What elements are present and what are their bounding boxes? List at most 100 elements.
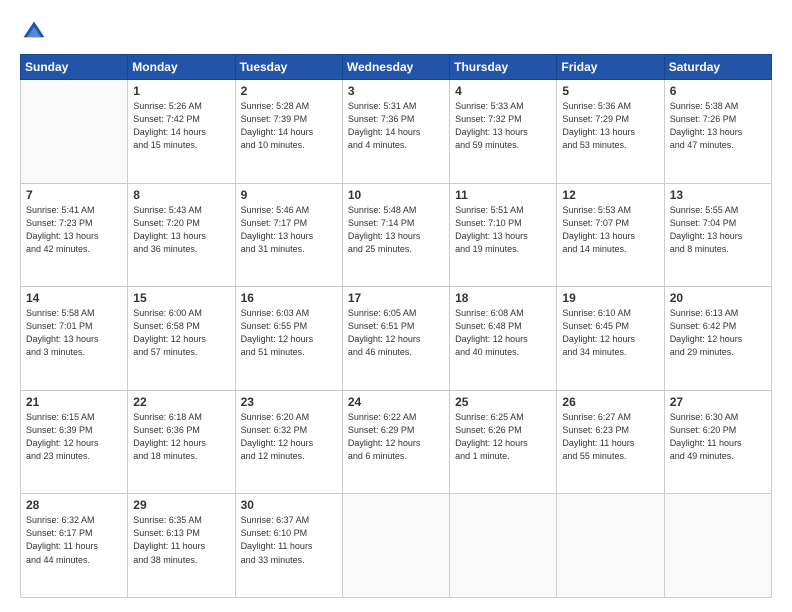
day-number: 3 (348, 84, 444, 98)
day-number: 21 (26, 395, 122, 409)
calendar-cell: 6 Sunrise: 5:38 AM Sunset: 7:26 PM Daylig… (664, 80, 771, 184)
day-info: Sunrise: 6:15 AM Sunset: 6:39 PM Dayligh… (26, 411, 122, 463)
day-number: 30 (241, 498, 337, 512)
calendar-cell: 15 Sunrise: 6:00 AM Sunset: 6:58 PM Dayli… (128, 287, 235, 391)
day-info: Sunrise: 5:38 AM Sunset: 7:26 PM Dayligh… (670, 100, 766, 152)
weekday-header: Saturday (664, 55, 771, 80)
day-number: 15 (133, 291, 229, 305)
day-number: 11 (455, 188, 551, 202)
calendar-cell: 23 Sunrise: 6:20 AM Sunset: 6:32 PM Dayli… (235, 390, 342, 494)
day-number: 2 (241, 84, 337, 98)
calendar-header-row: SundayMondayTuesdayWednesdayThursdayFrid… (21, 55, 772, 80)
day-number: 18 (455, 291, 551, 305)
day-number: 7 (26, 188, 122, 202)
logo-icon (20, 18, 48, 46)
day-number: 4 (455, 84, 551, 98)
calendar-cell: 19 Sunrise: 6:10 AM Sunset: 6:45 PM Dayli… (557, 287, 664, 391)
calendar-cell: 25 Sunrise: 6:25 AM Sunset: 6:26 PM Dayli… (450, 390, 557, 494)
day-info: Sunrise: 6:05 AM Sunset: 6:51 PM Dayligh… (348, 307, 444, 359)
day-number: 10 (348, 188, 444, 202)
day-info: Sunrise: 5:58 AM Sunset: 7:01 PM Dayligh… (26, 307, 122, 359)
calendar-cell: 30 Sunrise: 6:37 AM Sunset: 6:10 PM Dayli… (235, 494, 342, 598)
day-info: Sunrise: 6:18 AM Sunset: 6:36 PM Dayligh… (133, 411, 229, 463)
day-info: Sunrise: 5:33 AM Sunset: 7:32 PM Dayligh… (455, 100, 551, 152)
calendar-cell: 13 Sunrise: 5:55 AM Sunset: 7:04 PM Dayli… (664, 183, 771, 287)
calendar-cell: 5 Sunrise: 5:36 AM Sunset: 7:29 PM Daylig… (557, 80, 664, 184)
calendar-cell: 16Sunrise: 6:03 AM Sunset: 6:55 PM Dayli… (235, 287, 342, 391)
day-info: Sunrise: 5:26 AM Sunset: 7:42 PM Dayligh… (133, 100, 229, 152)
calendar-cell: 7 Sunrise: 5:41 AM Sunset: 7:23 PM Daylig… (21, 183, 128, 287)
day-number: 23 (241, 395, 337, 409)
day-info: Sunrise: 6:00 AM Sunset: 6:58 PM Dayligh… (133, 307, 229, 359)
day-number: 1 (133, 84, 229, 98)
weekday-header: Monday (128, 55, 235, 80)
day-number: 6 (670, 84, 766, 98)
day-number: 13 (670, 188, 766, 202)
calendar-cell (557, 494, 664, 598)
day-number: 12 (562, 188, 658, 202)
day-number: 29 (133, 498, 229, 512)
calendar-cell: 29 Sunrise: 6:35 AM Sunset: 6:13 PM Dayli… (128, 494, 235, 598)
day-number: 20 (670, 291, 766, 305)
calendar-cell: 18 Sunrise: 6:08 AM Sunset: 6:48 PM Dayli… (450, 287, 557, 391)
day-info: Sunrise: 5:53 AM Sunset: 7:07 PM Dayligh… (562, 204, 658, 256)
day-number: 24 (348, 395, 444, 409)
day-info: Sunrise: 5:28 AM Sunset: 7:39 PM Dayligh… (241, 100, 337, 152)
day-number: 14 (26, 291, 122, 305)
day-info: Sunrise: 6:10 AM Sunset: 6:45 PM Dayligh… (562, 307, 658, 359)
weekday-header: Tuesday (235, 55, 342, 80)
day-info: Sunrise: 6:03 AM Sunset: 6:55 PM Dayligh… (241, 307, 337, 359)
day-info: Sunrise: 6:32 AM Sunset: 6:17 PM Dayligh… (26, 514, 122, 566)
day-info: Sunrise: 5:51 AM Sunset: 7:10 PM Dayligh… (455, 204, 551, 256)
day-number: 27 (670, 395, 766, 409)
day-number: 9 (241, 188, 337, 202)
calendar-week-row: 28Sunrise: 6:32 AM Sunset: 6:17 PM Dayli… (21, 494, 772, 598)
day-info: Sunrise: 5:36 AM Sunset: 7:29 PM Dayligh… (562, 100, 658, 152)
weekday-header: Thursday (450, 55, 557, 80)
day-number: 26 (562, 395, 658, 409)
calendar-cell (450, 494, 557, 598)
calendar-cell: 2 Sunrise: 5:28 AM Sunset: 7:39 PM Daylig… (235, 80, 342, 184)
calendar-cell: 28Sunrise: 6:32 AM Sunset: 6:17 PM Dayli… (21, 494, 128, 598)
calendar-cell: 8 Sunrise: 5:43 AM Sunset: 7:20 PM Daylig… (128, 183, 235, 287)
calendar-table: SundayMondayTuesdayWednesdayThursdayFrid… (20, 54, 772, 598)
day-info: Sunrise: 6:30 AM Sunset: 6:20 PM Dayligh… (670, 411, 766, 463)
weekday-header: Wednesday (342, 55, 449, 80)
calendar-cell: 1 Sunrise: 5:26 AM Sunset: 7:42 PM Daylig… (128, 80, 235, 184)
header (20, 18, 772, 46)
calendar-cell (342, 494, 449, 598)
day-info: Sunrise: 6:20 AM Sunset: 6:32 PM Dayligh… (241, 411, 337, 463)
calendar-week-row: 7 Sunrise: 5:41 AM Sunset: 7:23 PM Daylig… (21, 183, 772, 287)
day-info: Sunrise: 5:48 AM Sunset: 7:14 PM Dayligh… (348, 204, 444, 256)
calendar-cell: 9 Sunrise: 5:46 AM Sunset: 7:17 PM Daylig… (235, 183, 342, 287)
day-info: Sunrise: 5:46 AM Sunset: 7:17 PM Dayligh… (241, 204, 337, 256)
calendar-cell: 12 Sunrise: 5:53 AM Sunset: 7:07 PM Dayli… (557, 183, 664, 287)
day-info: Sunrise: 5:43 AM Sunset: 7:20 PM Dayligh… (133, 204, 229, 256)
day-number: 8 (133, 188, 229, 202)
calendar-cell: 24 Sunrise: 6:22 AM Sunset: 6:29 PM Dayli… (342, 390, 449, 494)
day-info: Sunrise: 6:13 AM Sunset: 6:42 PM Dayligh… (670, 307, 766, 359)
calendar-week-row: 14 Sunrise: 5:58 AM Sunset: 7:01 PM Dayli… (21, 287, 772, 391)
calendar-cell (21, 80, 128, 184)
day-number: 19 (562, 291, 658, 305)
day-number: 25 (455, 395, 551, 409)
day-number: 5 (562, 84, 658, 98)
logo (20, 18, 52, 46)
calendar-cell: 21 Sunrise: 6:15 AM Sunset: 6:39 PM Dayli… (21, 390, 128, 494)
day-info: Sunrise: 6:35 AM Sunset: 6:13 PM Dayligh… (133, 514, 229, 566)
calendar-cell: 17Sunrise: 6:05 AM Sunset: 6:51 PM Dayli… (342, 287, 449, 391)
day-info: Sunrise: 6:37 AM Sunset: 6:10 PM Dayligh… (241, 514, 337, 566)
calendar-cell: 4 Sunrise: 5:33 AM Sunset: 7:32 PM Daylig… (450, 80, 557, 184)
calendar-cell: 20 Sunrise: 6:13 AM Sunset: 6:42 PM Dayli… (664, 287, 771, 391)
day-info: Sunrise: 5:41 AM Sunset: 7:23 PM Dayligh… (26, 204, 122, 256)
calendar-cell: 3Sunrise: 5:31 AM Sunset: 7:36 PM Daylig… (342, 80, 449, 184)
calendar-week-row: 21 Sunrise: 6:15 AM Sunset: 6:39 PM Dayli… (21, 390, 772, 494)
day-info: Sunrise: 6:08 AM Sunset: 6:48 PM Dayligh… (455, 307, 551, 359)
day-info: Sunrise: 6:27 AM Sunset: 6:23 PM Dayligh… (562, 411, 658, 463)
day-info: Sunrise: 5:55 AM Sunset: 7:04 PM Dayligh… (670, 204, 766, 256)
weekday-header: Friday (557, 55, 664, 80)
weekday-header: Sunday (21, 55, 128, 80)
calendar-cell (664, 494, 771, 598)
day-info: Sunrise: 6:22 AM Sunset: 6:29 PM Dayligh… (348, 411, 444, 463)
day-info: Sunrise: 6:25 AM Sunset: 6:26 PM Dayligh… (455, 411, 551, 463)
